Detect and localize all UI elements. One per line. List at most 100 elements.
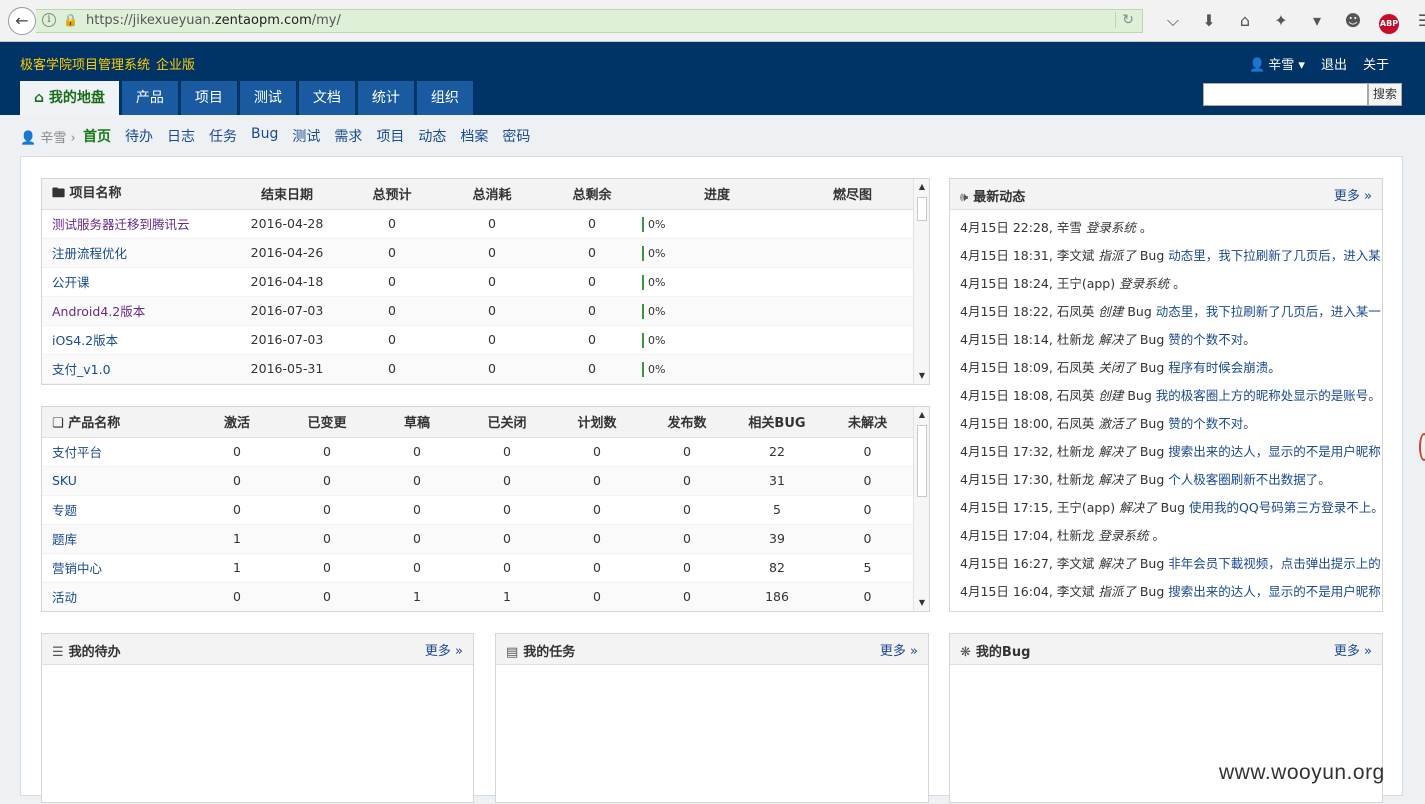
activity-link[interactable]: 程序有时候会崩溃 <box>1168 360 1268 375</box>
logout-link[interactable]: 退出 <box>1321 54 1347 73</box>
activity-link[interactable]: 赞的个数不对 <box>1168 332 1243 347</box>
project-name-link[interactable]: iOS4.2版本 <box>42 325 232 355</box>
product-name-link[interactable]: 专题 <box>42 495 192 525</box>
activity-link[interactable]: 搜索出来的达人，显示的不是用户昵称 <box>1168 444 1381 459</box>
table-row: SKU 0 0 0 0 0 0 31 0 <box>42 466 913 496</box>
search-input[interactable] <box>1203 83 1368 106</box>
subnav-todo[interactable]: 待办 <box>125 126 153 146</box>
tab-report[interactable]: 统计 <box>357 81 414 115</box>
project-name-link[interactable]: 支付_v1.0 <box>42 354 232 384</box>
cell: 0 <box>372 524 462 554</box>
address-bar[interactable]: i 🔒 https://jikexueyuan.zentaopm.com/my/… <box>36 9 1143 33</box>
projects-scrollbar[interactable]: ▲ ▼ <box>913 179 929 384</box>
product-name-link[interactable]: SKU <box>42 466 192 496</box>
dashboard: 🖿 项目名称 结束日期 总预计 总消耗 总剩余 进度 燃尽图 测试服务器迁移到腾… <box>20 156 1403 803</box>
col-draft: 草稿 <box>372 407 462 438</box>
product-name-link[interactable]: 营销中心 <box>42 553 192 583</box>
activity-link[interactable]: 赞的个数不对 <box>1168 416 1243 431</box>
more-link[interactable]: 更多 » <box>425 640 463 659</box>
url-text[interactable]: https://jikexueyuan.zentaopm.com/my/ <box>86 13 341 28</box>
activity-link[interactable]: 非年会员下載视频，点击弹出提示上的 <box>1168 556 1381 571</box>
cell: 0 <box>462 495 552 525</box>
subnav-log[interactable]: 日志 <box>167 126 195 146</box>
subnav-dynamic[interactable]: 动态 <box>418 126 446 146</box>
col-bugs: 相关BUG <box>732 407 822 438</box>
activity-link[interactable]: 个人极客圈刷新不出数据了 <box>1168 472 1318 487</box>
dropdown-icon[interactable]: ▾ <box>1299 10 1335 32</box>
list-item: 4月15日 17:30, 杜新龙 解决了 Bug 个人极客圈刷新不出数据了。 <box>960 472 1331 487</box>
more-link[interactable]: 更多 » <box>1334 185 1372 204</box>
panel-title: ❋ 我的Bug <box>960 645 1031 660</box>
cell: 0 <box>372 553 462 583</box>
scroll-down-icon[interactable]: ▼ <box>914 595 929 611</box>
scroll-thumb[interactable] <box>917 425 927 497</box>
scroll-up-icon[interactable]: ▲ <box>914 179 929 195</box>
cell: 0 <box>192 466 282 496</box>
adblock-icon[interactable]: ABP <box>1371 10 1407 34</box>
subnav-testcase[interactable]: 测试 <box>292 126 320 146</box>
burndown <box>792 325 913 355</box>
download-icon[interactable]: ⬇ <box>1191 10 1227 32</box>
user-menu[interactable]: 👤 辛雪 ▾ <box>1249 54 1305 73</box>
info-icon[interactable]: i <box>42 13 56 27</box>
activity-link[interactable]: 动态里，我下拉刷新了几页后，进入某一 <box>1156 304 1381 319</box>
cell: 0 <box>192 495 282 525</box>
menu-icon[interactable]: ☰ <box>1407 10 1425 32</box>
tab-test[interactable]: 测试 <box>239 81 296 115</box>
reload-icon[interactable]: ↻ <box>1115 12 1134 28</box>
project-name-link[interactable]: 公开课 <box>42 267 232 297</box>
col-progress: 进度 <box>642 179 792 210</box>
project-name-link[interactable]: 测试服务器迁移到腾讯云 <box>42 209 232 239</box>
burndown <box>792 296 913 326</box>
more-link[interactable]: 更多 » <box>880 640 918 659</box>
estimate: 0 <box>342 325 442 355</box>
project-name-link[interactable]: 注册流程优化 <box>42 238 232 268</box>
consumed: 0 <box>442 209 542 239</box>
scroll-down-icon[interactable]: ▼ <box>914 368 929 384</box>
extension-icon[interactable]: ✦ <box>1263 10 1299 32</box>
activity-link[interactable]: 动态里，我下拉刷新了几页后，进入某 <box>1168 248 1381 263</box>
about-link[interactable]: 关于 <box>1363 54 1389 73</box>
subnav-password[interactable]: 密码 <box>502 126 530 146</box>
product-name-link[interactable]: 活动 <box>42 582 192 611</box>
end-date: 2016-04-18 <box>232 267 342 297</box>
progress-cell: 0% <box>642 354 792 384</box>
subnav-bug[interactable]: Bug <box>251 126 278 146</box>
table-row: Android4.2版本 2016-07-03 0 0 0 0% <box>42 296 913 326</box>
smiley-icon[interactable]: ☻ <box>1335 10 1371 32</box>
progress-bar <box>642 216 644 232</box>
subnav-task[interactable]: 任务 <box>209 126 237 146</box>
search-button[interactable]: 搜索 <box>1368 83 1402 106</box>
subnav-home[interactable]: 首页 <box>83 126 111 146</box>
brand[interactable]: 极客学院项目管理系统 企业版 <box>20 54 195 73</box>
subnav-story[interactable]: 需求 <box>334 126 362 146</box>
pocket-icon[interactable]: ⌵ <box>1155 10 1191 32</box>
product-name-link[interactable]: 支付平台 <box>42 437 192 467</box>
product-name-link[interactable]: 题库 <box>42 524 192 554</box>
panel-header: ▤ 我的任务 更多 » <box>496 634 928 665</box>
activity-link[interactable]: 使用我的QQ号码第三方登录不上 <box>1189 500 1371 515</box>
tab-project[interactable]: 项目 <box>180 81 237 115</box>
subnav-profile[interactable]: 档案 <box>460 126 488 146</box>
scroll-thumb[interactable] <box>917 197 927 221</box>
tab-doc[interactable]: 文档 <box>298 81 355 115</box>
col-end-date: 结束日期 <box>232 179 342 210</box>
activity-link[interactable]: 我的极客圈上方的昵称处显示的是账号 <box>1156 388 1369 403</box>
col-unresolved: 未解决 <box>822 407 913 438</box>
scroll-up-icon[interactable]: ▲ <box>914 407 929 423</box>
activity-link[interactable]: 搜索出来的达人，显示的不是用户昵称 <box>1168 584 1381 599</box>
more-link[interactable]: 更多 » <box>1334 640 1372 659</box>
project-name-link[interactable]: Android4.2版本 <box>42 296 232 326</box>
tab-company[interactable]: 组织 <box>416 81 473 115</box>
tab-my[interactable]: ⌂ 我的地盘 <box>20 81 119 115</box>
side-handle[interactable] <box>1419 433 1425 461</box>
subnav-project[interactable]: 项目 <box>376 126 404 146</box>
cell: 31 <box>732 466 822 496</box>
products-scrollbar[interactable]: ▲ ▼ <box>913 407 929 611</box>
home-icon[interactable]: ⌂ <box>1227 10 1263 32</box>
main-nav: ⌂ 我的地盘 产品 项目 测试 文档 统计 组织 <box>20 81 473 115</box>
left: 0 <box>542 296 642 326</box>
tab-product[interactable]: 产品 <box>121 81 178 115</box>
back-arrow-icon[interactable]: ← <box>8 7 36 35</box>
table-row: 测试服务器迁移到腾讯云 2016-04-28 0 0 0 0% <box>42 209 913 239</box>
